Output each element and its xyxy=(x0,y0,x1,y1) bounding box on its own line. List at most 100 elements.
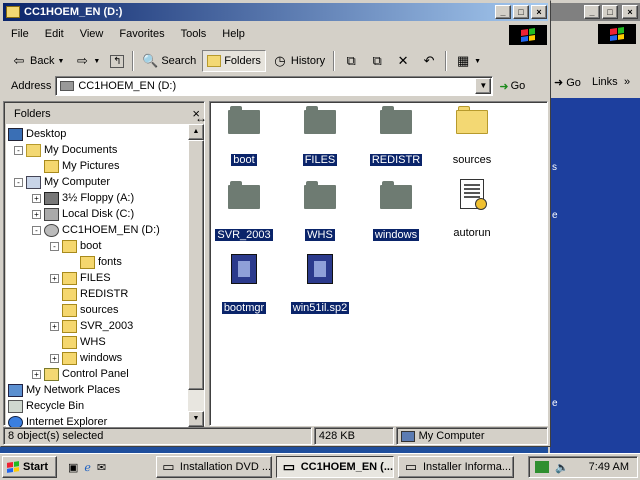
menu-favorites[interactable]: Favorites xyxy=(111,28,172,40)
tree-item[interactable]: Internet Explorer xyxy=(8,414,107,427)
chevron-down-icon[interactable]: ▼ xyxy=(57,58,64,65)
history-button[interactable]: ◷ History xyxy=(268,50,329,72)
tree-item[interactable]: WHS xyxy=(62,334,106,350)
bg-go-button[interactable]: ➜ Go xyxy=(554,76,581,90)
task-installation-dvd[interactable]: ▭ Installation DVD ... xyxy=(156,456,272,478)
tree-item[interactable]: 3½ Floppy (A:) xyxy=(44,190,134,206)
scroll-thumb[interactable] xyxy=(188,140,204,390)
file-item[interactable]: windows xyxy=(364,179,428,242)
tree-item[interactable]: Control Panel xyxy=(44,366,129,382)
expand-button[interactable]: + xyxy=(50,354,59,363)
file-item[interactable]: WHS xyxy=(288,179,352,242)
file-item[interactable]: REDISTR xyxy=(364,104,428,167)
undo-button[interactable]: ↶ xyxy=(417,50,441,72)
internet-explorer-icon[interactable]: ℯ xyxy=(84,461,91,474)
views-button[interactable]: ▦ ▼ xyxy=(451,50,485,72)
chevron-right-icon[interactable]: » xyxy=(624,76,630,88)
menu-view[interactable]: View xyxy=(72,28,112,40)
volume-icon[interactable]: 🔈 xyxy=(555,461,569,474)
file-item-label: sources xyxy=(452,154,492,166)
contents-pane[interactable]: boot FILES REDISTR sources SVR_2003 WHS window… xyxy=(209,101,548,426)
file-item[interactable]: autorun xyxy=(440,179,504,239)
windows-logo xyxy=(598,24,636,44)
menu-tools[interactable]: Tools xyxy=(173,28,215,40)
tree-item-label: Control Panel xyxy=(62,368,129,380)
expand-button[interactable]: + xyxy=(32,210,41,219)
network-tray-icon[interactable] xyxy=(535,461,549,473)
chevron-down-icon[interactable]: ▼ xyxy=(93,58,100,65)
bg-close-button[interactable]: × xyxy=(622,5,638,19)
folder-tree-scrollbar[interactable]: ▲ ▼ xyxy=(188,124,204,427)
tree-item[interactable]: My Documents xyxy=(26,142,117,158)
go-button[interactable]: ➜ Go xyxy=(499,80,525,93)
file-item[interactable]: sources xyxy=(440,104,504,166)
tree-item[interactable]: My Pictures xyxy=(44,158,119,174)
expand-button[interactable]: + xyxy=(50,322,59,331)
show-desktop-icon[interactable]: ▣ xyxy=(68,461,78,474)
menu-file[interactable]: File xyxy=(3,28,37,40)
collapse-button[interactable]: - xyxy=(50,242,59,251)
task-installer-information[interactable]: ▭ Installer Informa... xyxy=(398,456,514,478)
file-item[interactable]: FILES xyxy=(288,104,352,167)
expand-button[interactable]: + xyxy=(32,194,41,203)
copy-to-button[interactable]: ⧉ xyxy=(365,50,389,72)
title-bar[interactable]: CC1HOEM_EN (D:) _ □ × xyxy=(3,3,548,21)
tree-item[interactable]: My Network Places xyxy=(8,382,120,398)
expand-button[interactable]: + xyxy=(32,370,41,379)
up-button[interactable]: ↰ xyxy=(106,50,128,72)
tree-item[interactable]: Recycle Bin xyxy=(8,398,84,414)
bg-maximize-button[interactable]: □ xyxy=(602,5,618,19)
scroll-up-button[interactable]: ▲ xyxy=(188,124,204,140)
tree-item[interactable]: Desktop xyxy=(8,126,66,142)
tree-item[interactable]: windows xyxy=(62,350,122,366)
forward-button[interactable]: ⇨ ▼ xyxy=(70,50,104,72)
go-arrow-icon: ➜ xyxy=(554,77,564,89)
clock[interactable]: 7:49 AM xyxy=(589,461,629,473)
maximize-button[interactable]: □ xyxy=(513,5,529,19)
move-to-icon: ⧉ xyxy=(346,53,356,68)
task-cc1hoem-en[interactable]: ▭ CC1HOEM_EN (... xyxy=(276,456,394,478)
collapse-button[interactable]: - xyxy=(14,146,23,155)
file-item[interactable]: boot xyxy=(212,104,276,167)
tree-item[interactable]: fonts xyxy=(80,254,122,270)
menu-edit[interactable]: Edit xyxy=(37,28,72,40)
tree-item[interactable]: My Computer xyxy=(26,174,110,190)
system-file-icon xyxy=(304,254,336,286)
tree-item[interactable]: sources xyxy=(62,302,119,318)
file-item[interactable]: SVR_2003 xyxy=(212,179,276,242)
collapse-button[interactable]: - xyxy=(32,226,41,235)
start-button[interactable]: Start xyxy=(2,456,57,478)
expand-button[interactable]: + xyxy=(50,274,59,283)
back-button[interactable]: ⇦ Back ▼ xyxy=(7,50,68,72)
minimize-button[interactable]: _ xyxy=(495,5,511,19)
tree-item-label: 3½ Floppy (A:) xyxy=(62,192,135,204)
tree-item[interactable]: Local Disk (C:) xyxy=(44,206,134,222)
file-item[interactable]: bootmgr xyxy=(212,254,276,315)
address-label: Address xyxy=(11,80,52,92)
tree-item[interactable]: SVR_2003 xyxy=(62,318,133,334)
scroll-down-button[interactable]: ▼ xyxy=(188,411,204,427)
folder-tree[interactable]: Desktop - My Documents My Pictures - My Compu… xyxy=(6,124,190,427)
file-item-label: WHS xyxy=(304,228,336,242)
file-item[interactable]: win51il.sp2 xyxy=(288,254,352,315)
move-to-button[interactable]: ⧉ xyxy=(339,50,363,72)
folders-icon xyxy=(207,55,222,67)
address-dropdown-button[interactable]: ▼ xyxy=(475,78,492,94)
bg-minimize-button[interactable]: _ xyxy=(584,5,600,19)
tree-item[interactable]: boot xyxy=(62,238,101,254)
address-input[interactable]: CC1HOEM_EN (D:) ▼ xyxy=(55,76,494,96)
tree-item[interactable]: REDISTR xyxy=(62,286,128,302)
tree-item[interactable]: FILES xyxy=(62,270,111,286)
tree-item[interactable]: CC1HOEM_EN (D:) xyxy=(44,222,160,238)
folders-button[interactable]: Folders xyxy=(202,50,266,72)
bg-links[interactable]: Links xyxy=(592,76,618,88)
delete-button[interactable]: ✕ xyxy=(391,50,415,72)
background-window-titlebar[interactable]: _ □ × xyxy=(548,3,640,21)
status-bar: 8 object(s) selected 428 KB My Computer xyxy=(3,427,548,445)
collapse-button[interactable]: - xyxy=(14,178,23,187)
menu-help[interactable]: Help xyxy=(214,28,253,40)
outlook-express-icon[interactable]: ✉ xyxy=(97,461,106,474)
status-location: My Computer xyxy=(395,427,548,445)
search-button[interactable]: 🔍 Search xyxy=(138,50,200,72)
close-button[interactable]: × xyxy=(531,5,547,19)
